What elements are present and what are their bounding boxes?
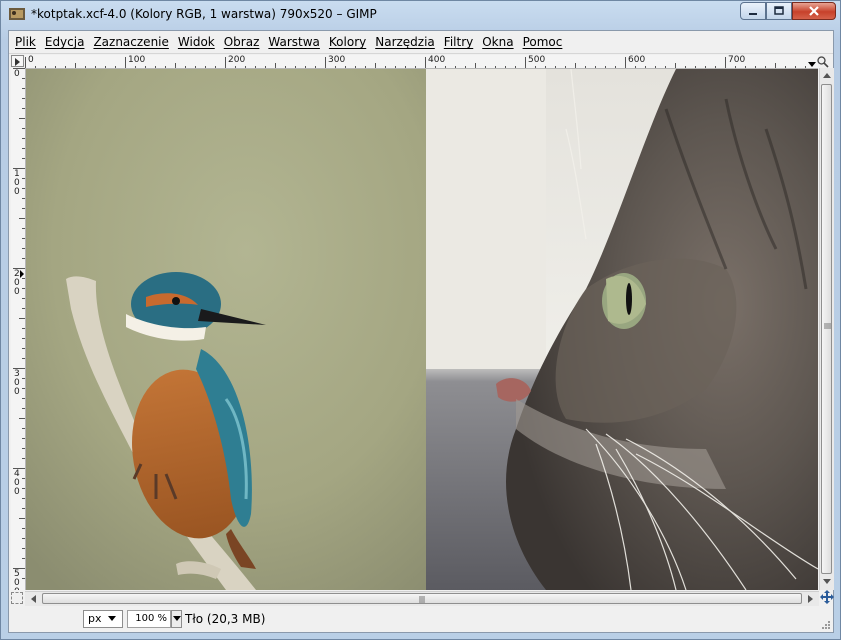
zoom-dropdown-button[interactable]	[171, 610, 182, 628]
menu-obraz[interactable]: Obraz	[218, 35, 263, 49]
menu-edycja[interactable]: Edycja	[39, 35, 88, 49]
zoom-to-fit-button[interactable]	[816, 55, 829, 68]
image-window-client: Plik Edycja Zaznaczenie Widok Obraz Wars…	[8, 30, 834, 633]
scroll-left-icon[interactable]	[29, 594, 37, 604]
menu-narzedzia[interactable]: Narzędzia	[369, 35, 438, 49]
close-button[interactable]	[792, 2, 836, 20]
window-controls	[740, 2, 836, 21]
scroll-up-icon[interactable]	[822, 71, 832, 79]
vertical-scroll-thumb[interactable]	[821, 84, 832, 574]
hruler-label: 400	[428, 55, 446, 65]
menu-zaznaczenie[interactable]: Zaznaczenie	[87, 35, 171, 49]
image-canvas[interactable]	[26, 69, 818, 590]
minimize-icon	[749, 13, 757, 15]
maximize-button[interactable]	[766, 2, 792, 20]
close-icon	[809, 6, 819, 16]
maximize-icon	[774, 6, 784, 15]
unit-select[interactable]: px	[83, 610, 123, 628]
layer-status-text: Tło (20,3 MB)	[185, 612, 266, 626]
minimize-button[interactable]	[740, 2, 766, 20]
menu-plik[interactable]: Plik	[9, 35, 39, 49]
chevron-down-icon	[108, 616, 116, 621]
hruler-label: 500	[528, 55, 546, 65]
hruler-label: 300	[328, 55, 346, 65]
vruler-label: 500	[14, 569, 20, 591]
menu-okna[interactable]: Okna	[476, 35, 516, 49]
hruler-label: 0	[28, 55, 34, 65]
title-bar[interactable]: *kotptak.xcf-4.0 (Kolory RGB, 1 warstwa)…	[1, 1, 840, 29]
menu-filtry[interactable]: Filtry	[438, 35, 476, 49]
vruler-label: 0	[14, 69, 20, 79]
grip-icon	[419, 596, 425, 603]
menu-widok[interactable]: Widok	[172, 35, 218, 49]
unit-value: px	[88, 612, 102, 625]
zoom-input[interactable]: 100 %	[127, 610, 171, 628]
menu-kolory[interactable]: Kolory	[323, 35, 369, 49]
hruler-label: 700	[728, 55, 746, 65]
ruler-ticks	[13, 68, 25, 579]
chevron-down-icon	[173, 616, 181, 621]
vertical-scrollbar[interactable]	[819, 68, 834, 590]
horizontal-scrollbar[interactable]	[25, 591, 819, 606]
canvas-image	[26, 69, 818, 590]
navigate-icon[interactable]	[819, 589, 835, 605]
vruler-label: 300	[14, 369, 20, 397]
status-bar: px 100 % Tło (20,3 MB)	[9, 606, 833, 632]
scroll-down-icon[interactable]	[822, 578, 832, 586]
hruler-label: 200	[228, 55, 246, 65]
kingfisher-photo	[26, 69, 426, 590]
cat-photo	[426, 69, 818, 590]
vertical-ruler[interactable]: 0 100 200 300 400 500	[11, 68, 26, 590]
horizontal-scroll-thumb[interactable]	[42, 593, 802, 604]
gimp-image-window: *kotptak.xcf-4.0 (Kolory RGB, 1 warstwa)…	[0, 0, 841, 640]
horizontal-ruler[interactable]: 0 100 200 300 400 500 600 700	[25, 55, 818, 69]
vruler-label: 100	[14, 169, 20, 197]
vruler-label: 400	[14, 469, 20, 497]
menu-pomoc[interactable]: Pomoc	[517, 35, 566, 49]
magnifier-icon	[817, 56, 829, 68]
gimp-app-icon	[9, 8, 25, 20]
quick-mask-toggle[interactable]	[11, 592, 23, 604]
menu-separator	[9, 53, 833, 54]
window-title: *kotptak.xcf-4.0 (Kolory RGB, 1 warstwa)…	[31, 7, 377, 21]
grip-icon	[824, 323, 831, 329]
resize-grip-icon[interactable]	[821, 620, 831, 630]
menu-bar: Plik Edycja Zaznaczenie Widok Obraz Wars…	[9, 31, 833, 53]
scroll-right-icon[interactable]	[807, 594, 815, 604]
hruler-label: 600	[628, 55, 646, 65]
menu-warstwa[interactable]: Warstwa	[262, 35, 323, 49]
triangle-right-icon	[15, 58, 20, 66]
hruler-label: 100	[128, 55, 146, 65]
vruler-label: 200	[14, 269, 20, 297]
image-menu-button[interactable]	[11, 55, 24, 67]
